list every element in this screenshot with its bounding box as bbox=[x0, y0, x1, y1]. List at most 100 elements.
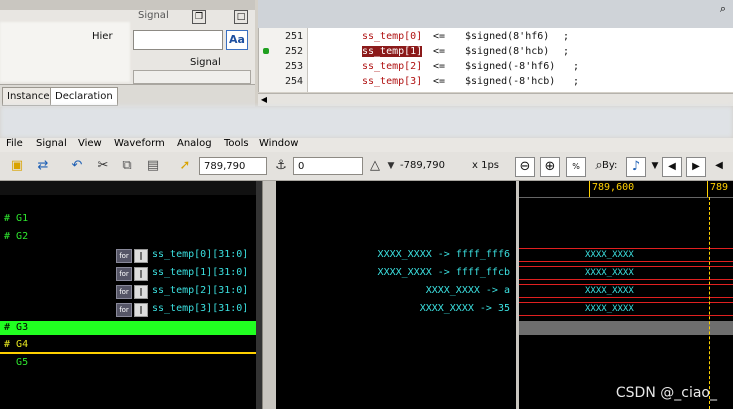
format-icon[interactable]: for bbox=[116, 303, 132, 317]
waveform-pane[interactable]: 789,600 789 XXXX_XXXX XXXX_XXXX XXXX_XXX… bbox=[519, 181, 733, 409]
menu-view[interactable]: View bbox=[78, 138, 102, 149]
chevron-down-icon[interactable]: ▼ bbox=[382, 157, 400, 175]
bus-waveform[interactable]: XXXX_XXXX bbox=[519, 248, 733, 262]
code-op: <= bbox=[433, 76, 446, 87]
group-g2[interactable]: # G2 bbox=[4, 231, 28, 242]
format-icon[interactable]: for bbox=[116, 249, 132, 263]
menu-window[interactable]: Window bbox=[259, 138, 298, 149]
match-case-button[interactable]: Aa bbox=[226, 30, 248, 50]
insertion-line bbox=[0, 352, 256, 354]
time-scale: x 1ps bbox=[472, 160, 500, 171]
group-label: G4 bbox=[16, 339, 29, 350]
bus-waveform[interactable]: XXXX_XXXX bbox=[519, 266, 733, 280]
marker-icon[interactable]: ⚓ bbox=[272, 157, 290, 175]
search-next-icon[interactable]: ▶ bbox=[686, 157, 706, 177]
group-g5[interactable]: G5 bbox=[4, 357, 28, 368]
hierarchy-tabs: Instance Declaration bbox=[0, 84, 255, 107]
menu-waveform[interactable]: Waveform bbox=[114, 138, 165, 149]
signal-value: XXXX_XXXX -> 35 bbox=[419, 303, 510, 314]
line-number: 254 bbox=[284, 76, 303, 87]
signal-name[interactable]: ss_temp[3][31:0] bbox=[152, 303, 248, 314]
menu-tools[interactable]: Tools bbox=[224, 138, 249, 149]
format-icon[interactable]: for bbox=[116, 267, 132, 281]
signal-name-pane[interactable]: # G1 # G2 for ∥ ss_temp[0][31:0] for ∥ s… bbox=[0, 181, 262, 409]
code-lhs-selected[interactable]: ss_temp[1] bbox=[362, 46, 423, 57]
breakpoint-marker-icon[interactable] bbox=[263, 48, 269, 54]
menu-signal[interactable]: Signal bbox=[36, 138, 67, 149]
ruler-tick bbox=[707, 181, 708, 197]
zoom-fit-icon[interactable]: % bbox=[566, 157, 586, 177]
pane-splitter[interactable] bbox=[262, 181, 277, 409]
menu-analog[interactable]: Analog bbox=[177, 138, 212, 149]
group-label: G1 bbox=[16, 213, 29, 224]
scroll-back-icon[interactable]: ◀ bbox=[710, 157, 728, 175]
ruler-tick bbox=[589, 181, 590, 197]
line-number: 253 bbox=[284, 61, 303, 72]
line-number: 251 bbox=[284, 31, 303, 42]
code-op: <= bbox=[433, 61, 446, 72]
name-pane-header bbox=[0, 181, 262, 195]
bus-value: XXXX_XXXX bbox=[585, 250, 634, 260]
panel-titlebar bbox=[0, 0, 255, 10]
wave-icon[interactable]: ∥ bbox=[134, 267, 148, 281]
signal-title: Signal bbox=[138, 10, 169, 21]
group-g3-row bbox=[519, 321, 733, 335]
wave-icon[interactable]: ∥ bbox=[134, 285, 148, 299]
tab-declaration[interactable]: Declaration bbox=[50, 87, 118, 106]
group-g1[interactable]: # G1 bbox=[4, 213, 28, 224]
copy-icon[interactable]: ⧉ bbox=[118, 157, 136, 175]
bus-value: XXXX_XXXX bbox=[585, 268, 634, 278]
delta-time: -789,790 bbox=[400, 160, 445, 171]
group-label: G5 bbox=[16, 357, 29, 368]
restore-icon[interactable]: ❐ bbox=[192, 10, 206, 24]
undo-icon[interactable]: ↶ bbox=[68, 157, 86, 175]
window-titlebar bbox=[0, 106, 733, 138]
marker-time-field[interactable]: 0 bbox=[293, 157, 363, 175]
scroll-left-icon[interactable]: ◀ bbox=[258, 94, 270, 106]
cursor-time-field[interactable]: 789,790 bbox=[199, 157, 267, 175]
source-hscrollbar[interactable]: ◀ bbox=[258, 93, 733, 106]
source-code-view[interactable]: 251 ss_temp[0] <= $signed(8'hf6) ; 252 s… bbox=[258, 28, 733, 92]
code-op: <= bbox=[433, 31, 446, 42]
reload-icon[interactable]: ⇄ bbox=[34, 157, 52, 175]
code-rhs: $signed(8'hcb) bbox=[465, 46, 550, 57]
ruler-label: 789 bbox=[710, 182, 729, 193]
open-folder-icon[interactable]: ▣ bbox=[8, 157, 26, 175]
cursor-line[interactable] bbox=[709, 197, 711, 409]
pointer-icon[interactable]: ➚ bbox=[176, 157, 194, 175]
group-g4[interactable]: # G4 bbox=[4, 339, 28, 350]
wave-icon[interactable]: ∥ bbox=[134, 249, 148, 263]
time-ruler[interactable]: 789,600 789 bbox=[519, 181, 733, 198]
signal-name[interactable]: ss_temp[0][31:0] bbox=[152, 249, 248, 260]
search-icon[interactable]: ⌕ bbox=[716, 2, 730, 16]
code-rhs: $signed(-8'hcb) bbox=[465, 76, 556, 87]
signal-name[interactable]: ss_temp[1][31:0] bbox=[152, 267, 248, 278]
menubar: File Signal View Waveform Analog Tools W… bbox=[0, 138, 733, 152]
code-end: ; bbox=[563, 31, 570, 42]
search-by-icon[interactable]: ♪ bbox=[626, 157, 646, 177]
search-prev-icon[interactable]: ◀ bbox=[662, 157, 682, 177]
wave-icon[interactable]: ∥ bbox=[134, 303, 148, 317]
code-lhs: ss_temp[3] bbox=[362, 76, 423, 87]
maximize-icon[interactable]: □ bbox=[234, 10, 248, 24]
bus-waveform[interactable]: XXXX_XXXX bbox=[519, 284, 733, 298]
signal-label: Signal bbox=[190, 57, 221, 68]
format-icon[interactable]: for bbox=[116, 285, 132, 299]
paste-icon[interactable]: ▤ bbox=[144, 157, 162, 175]
zoom-out-icon[interactable]: ⊖ bbox=[515, 157, 535, 177]
group-g3-selected[interactable]: # G3 bbox=[0, 321, 256, 335]
code-end: ; bbox=[563, 46, 570, 57]
signal-value: XXXX_XXXX -> a bbox=[425, 285, 510, 296]
signal-list-scrollbar[interactable] bbox=[133, 70, 251, 84]
signal-value-pane[interactable]: XXXX_XXXX -> ffff_fff6 XXXX_XXXX -> ffff… bbox=[276, 181, 516, 409]
menu-file[interactable]: File bbox=[6, 138, 23, 149]
bus-value: XXXX_XXXX bbox=[585, 304, 634, 314]
zoom-in-icon[interactable]: ⊕ bbox=[540, 157, 560, 177]
signal-name[interactable]: ss_temp[2][31:0] bbox=[152, 285, 248, 296]
bus-waveform[interactable]: XXXX_XXXX bbox=[519, 302, 733, 316]
filter-input[interactable] bbox=[133, 30, 223, 50]
tab-instance[interactable]: Instance bbox=[2, 87, 55, 106]
line-number: 252 bbox=[284, 46, 303, 57]
code-end: ; bbox=[573, 61, 580, 72]
cut-icon[interactable]: ✂ bbox=[94, 157, 112, 175]
